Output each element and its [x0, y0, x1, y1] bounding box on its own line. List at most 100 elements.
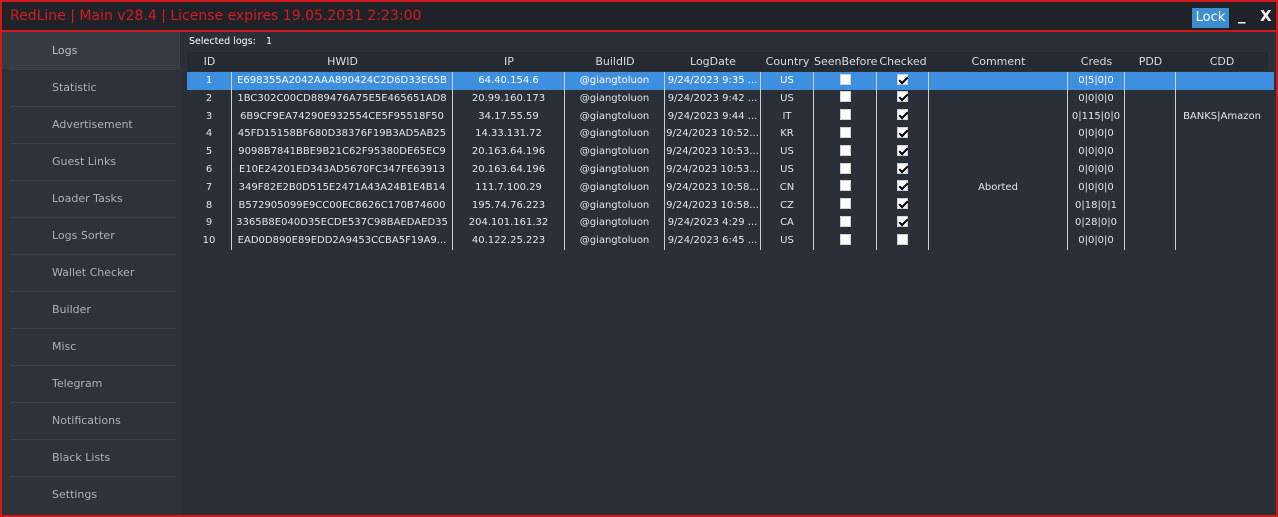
- seenbefore-checkbox[interactable]: [839, 144, 851, 156]
- cell-creds: 0|0|0|0: [1068, 143, 1125, 162]
- lock-button[interactable]: Lock: [1192, 8, 1229, 28]
- column-header-creds[interactable]: Creds: [1068, 52, 1125, 71]
- cell-pdd: [1125, 161, 1176, 179]
- cell-ip: 195.74.76.223: [453, 196, 565, 215]
- cell-hwid: 9098B7841BBE9B21C62F95380DE65EC9: [232, 143, 453, 162]
- checked-checkbox[interactable]: [897, 109, 908, 121]
- cell-comment: [929, 232, 1068, 251]
- cell-country: CN: [761, 178, 814, 197]
- sidebar-item-builder[interactable]: Builder: [2, 291, 180, 328]
- title-bar[interactable]: RedLine | Main v28.4 | License expires 1…: [2, 2, 1276, 32]
- checked-checkbox[interactable]: [897, 73, 908, 85]
- table-row[interactable]: 5 9098B7841BBE9B21C62F95380DE65EC9 20.163.…: [187, 143, 1274, 162]
- column-header-ip[interactable]: IP: [453, 52, 565, 71]
- column-header-buildid[interactable]: BuildID: [565, 52, 665, 71]
- cell-buildid: @giangtoluon: [565, 125, 665, 144]
- cell-comment: [929, 143, 1068, 162]
- selected-logs-label: Selected logs:: [189, 36, 256, 47]
- cell-pdd: [1125, 196, 1176, 215]
- sidebar-item-statistic[interactable]: Statistic: [2, 69, 180, 106]
- cell-creds: 0|0|0|0: [1068, 232, 1125, 251]
- table-row[interactable]: 9 3365B8E040D35ECDE537C98BAEDAED35 204.101…: [187, 214, 1274, 233]
- table-row[interactable]: 7 349F82E2B0D515E2471A43A24B1E4B14 111.7.1…: [187, 178, 1274, 197]
- cell-pdd: [1125, 143, 1176, 162]
- cell-logdate: 9/24/2023 10:53...: [665, 161, 761, 179]
- table-row[interactable]: 1 E698355A2042AAA890424C2D6D33E65B 64.40.1…: [187, 72, 1274, 90]
- sidebar-item-notifications[interactable]: Notifications: [2, 402, 180, 439]
- seenbefore-checkbox[interactable]: [839, 233, 851, 245]
- checked-checkbox[interactable]: [897, 180, 908, 192]
- cell-comment: [929, 72, 1068, 90]
- column-header-cdd[interactable]: CDD: [1176, 52, 1268, 71]
- cell-creds: 0|0|0|0: [1068, 161, 1125, 179]
- column-header-comment[interactable]: Comment: [929, 52, 1068, 71]
- sidebar-item-wallet-checker[interactable]: Wallet Checker: [2, 254, 180, 291]
- cell-country: US: [761, 161, 814, 179]
- cell-checked: [877, 214, 929, 233]
- cell-seenbefore: [814, 161, 877, 179]
- seenbefore-checkbox[interactable]: [839, 109, 851, 121]
- checked-checkbox[interactable]: [897, 162, 908, 174]
- sidebar-item-black-lists[interactable]: Black Lists: [2, 439, 180, 476]
- sidebar-item-advertisement[interactable]: Advertisement: [2, 106, 180, 143]
- seenbefore-checkbox[interactable]: [839, 91, 851, 103]
- seenbefore-checkbox[interactable]: [839, 180, 851, 192]
- cell-country: US: [761, 143, 814, 162]
- seenbefore-checkbox[interactable]: [839, 215, 851, 227]
- checked-checkbox[interactable]: [897, 233, 908, 245]
- column-header-country[interactable]: Country: [761, 52, 814, 71]
- table-row[interactable]: 6 E10E24201ED343AD5670FC347FE63913 20.163.…: [187, 161, 1274, 179]
- cell-checked: [877, 107, 929, 126]
- cell-logdate: 9/24/2023 10:58...: [665, 178, 761, 197]
- sidebar-item-loader-tasks[interactable]: Loader Tasks: [2, 180, 180, 217]
- cell-seenbefore: [814, 107, 877, 126]
- table-row[interactable]: 3 6B9CF9EA74290E932554CE5F95518F50 34.17.5…: [187, 107, 1274, 126]
- cell-buildid: @giangtoluon: [565, 107, 665, 126]
- cell-checked: [877, 178, 929, 197]
- cell-buildid: @giangtoluon: [565, 143, 665, 162]
- cell-cdd: [1176, 179, 1268, 197]
- column-header-checked[interactable]: Checked: [877, 52, 929, 71]
- cell-pdd: [1125, 232, 1176, 251]
- minimize-button[interactable]: _: [1238, 6, 1246, 24]
- table-row[interactable]: 10 EAD0D890E89EDD2A9453CCBA5F19A9... 40.12…: [187, 232, 1274, 251]
- window-title: RedLine | Main v28.4 | License expires 1…: [10, 8, 422, 24]
- checked-checkbox[interactable]: [897, 91, 908, 103]
- cell-ip: 204.101.161.32: [453, 214, 565, 233]
- sidebar-item-misc[interactable]: Misc: [2, 328, 180, 365]
- column-header-seenbefore[interactable]: SeenBefore: [814, 52, 877, 71]
- sidebar-item-logs[interactable]: Logs: [2, 32, 180, 69]
- checked-checkbox[interactable]: [897, 144, 908, 156]
- sidebar-item-guest-links[interactable]: Guest Links: [2, 143, 180, 180]
- checked-checkbox[interactable]: [897, 198, 908, 210]
- table-row[interactable]: 2 1BC302C00CD889476A75E5E465651AD8 20.99.1…: [187, 89, 1274, 108]
- seenbefore-checkbox[interactable]: [839, 126, 851, 138]
- cell-comment: Aborted: [929, 178, 1068, 197]
- seenbefore-checkbox[interactable]: [839, 73, 851, 85]
- column-header-pdd[interactable]: PDD: [1125, 52, 1176, 71]
- column-header-logdate[interactable]: LogDate: [665, 52, 761, 71]
- cell-hwid: 45FD15158BF680D38376F19B3AD5AB25: [232, 125, 453, 144]
- column-header-hwid[interactable]: HWID: [232, 52, 453, 71]
- sidebar-item-telegram[interactable]: Telegram: [2, 365, 180, 402]
- checked-checkbox[interactable]: [897, 215, 908, 227]
- close-button[interactable]: X: [1260, 7, 1272, 25]
- cell-seenbefore: [814, 196, 877, 215]
- cell-hwid: 6B9CF9EA74290E932554CE5F95518F50: [232, 107, 453, 126]
- cell-ip: 14.33.131.72: [453, 125, 565, 144]
- logs-table: ID HWID IP BuildID LogDate Country SeenB…: [187, 52, 1274, 515]
- cell-cdd: [1176, 72, 1268, 90]
- cell-ip: 20.163.64.196: [453, 143, 565, 162]
- table-row[interactable]: 4 45FD15158BF680D38376F19B3AD5AB25 14.33.1…: [187, 125, 1274, 144]
- cell-logdate: 9/24/2023 10:53...: [665, 143, 761, 162]
- sidebar-item-logs-sorter[interactable]: Logs Sorter: [2, 217, 180, 254]
- seenbefore-checkbox[interactable]: [839, 162, 851, 174]
- cell-cdd: [1176, 125, 1268, 143]
- checked-checkbox[interactable]: [897, 126, 908, 138]
- sidebar-item-settings[interactable]: Settings: [2, 476, 180, 513]
- cell-country: IT: [761, 107, 814, 126]
- cell-pdd: [1125, 107, 1176, 126]
- seenbefore-checkbox[interactable]: [839, 198, 851, 210]
- table-row[interactable]: 8 B572905099E9CC00EC8626C170B74600 195.74.…: [187, 196, 1274, 215]
- column-header-id[interactable]: ID: [187, 52, 232, 71]
